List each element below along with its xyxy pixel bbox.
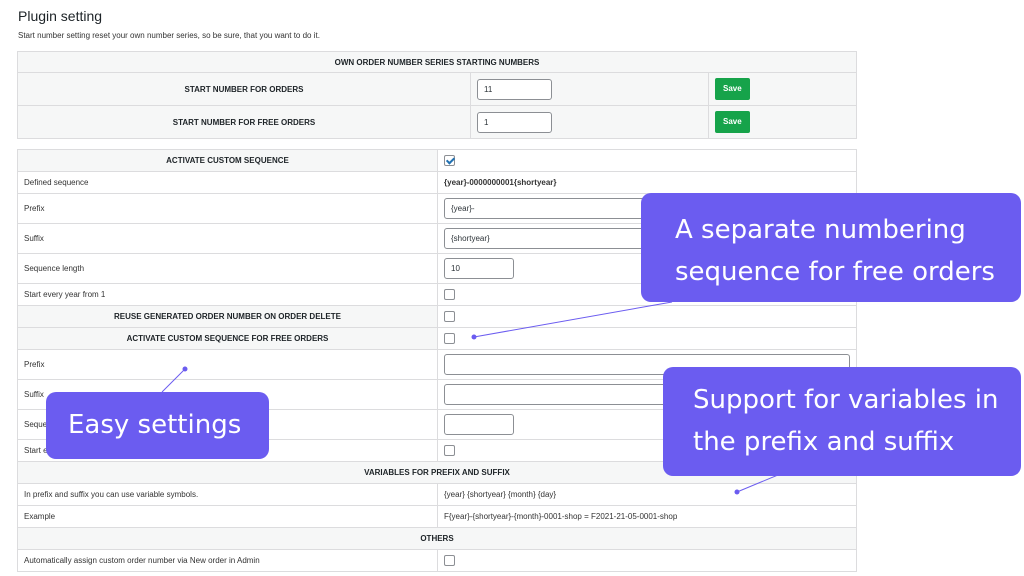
start-number-orders-label: START NUMBER FOR ORDERS (17, 72, 471, 106)
free-orders-callout: A separate numbering sequence for free o… (641, 193, 1021, 302)
defined-sequence-label: Defined sequence (17, 171, 438, 194)
page-description: Start number setting reset your own numb… (18, 31, 320, 40)
start-every-year-label: Start every year from 1 (17, 283, 438, 306)
activate-free-sequence-checkbox[interactable] (444, 333, 455, 344)
start-numbers-table: OWN ORDER NUMBER SERIES STARTING NUMBERS… (17, 51, 857, 139)
free-start-every-year-checkbox[interactable] (444, 445, 455, 456)
variables-callout: Support for variables in the prefix and … (663, 367, 1021, 476)
page-title: Plugin setting (18, 8, 103, 24)
auto-assign-label: Automatically assign custom order number… (17, 549, 438, 572)
sequence-length-label: Sequence length (17, 253, 438, 284)
activate-sequence-checkbox[interactable] (444, 155, 455, 166)
example-value: F{year}-{shortyear}-{month}-0001-shop = … (437, 505, 857, 528)
start-numbers-heading: OWN ORDER NUMBER SERIES STARTING NUMBERS (17, 51, 857, 73)
suffix-label: Suffix (17, 223, 438, 254)
reuse-number-label: REUSE GENERATED ORDER NUMBER ON ORDER DE… (17, 305, 438, 328)
sequence-length-input[interactable]: 10 (444, 258, 514, 279)
free-length-input[interactable] (444, 414, 514, 435)
activate-free-sequence-label: ACTIVATE CUSTOM SEQUENCE FOR FREE ORDERS (17, 327, 438, 350)
example-label: Example (17, 505, 438, 528)
prefix-label: Prefix (17, 193, 438, 224)
others-heading: OTHERS (17, 527, 857, 550)
start-number-orders-input[interactable]: 11 (477, 78, 552, 100)
reuse-number-checkbox[interactable] (444, 311, 455, 322)
start-number-free-label: START NUMBER FOR FREE ORDERS (17, 105, 471, 139)
variables-list: {year} {shortyear} {month} {day} (437, 483, 857, 506)
auto-assign-checkbox[interactable] (444, 555, 455, 566)
free-prefix-label: Prefix (17, 349, 438, 380)
save-orders-button[interactable]: Save (715, 78, 750, 100)
variables-info-label: In prefix and suffix you can use variabl… (17, 483, 438, 506)
defined-sequence-value: {year}-0000000001{shortyear} (437, 171, 857, 194)
activate-sequence-label: ACTIVATE CUSTOM SEQUENCE (17, 149, 438, 172)
easy-settings-callout: Easy settings (46, 392, 269, 459)
save-free-button[interactable]: Save (715, 111, 750, 133)
start-number-free-input[interactable]: 1 (477, 111, 552, 133)
start-every-year-checkbox[interactable] (444, 289, 455, 300)
